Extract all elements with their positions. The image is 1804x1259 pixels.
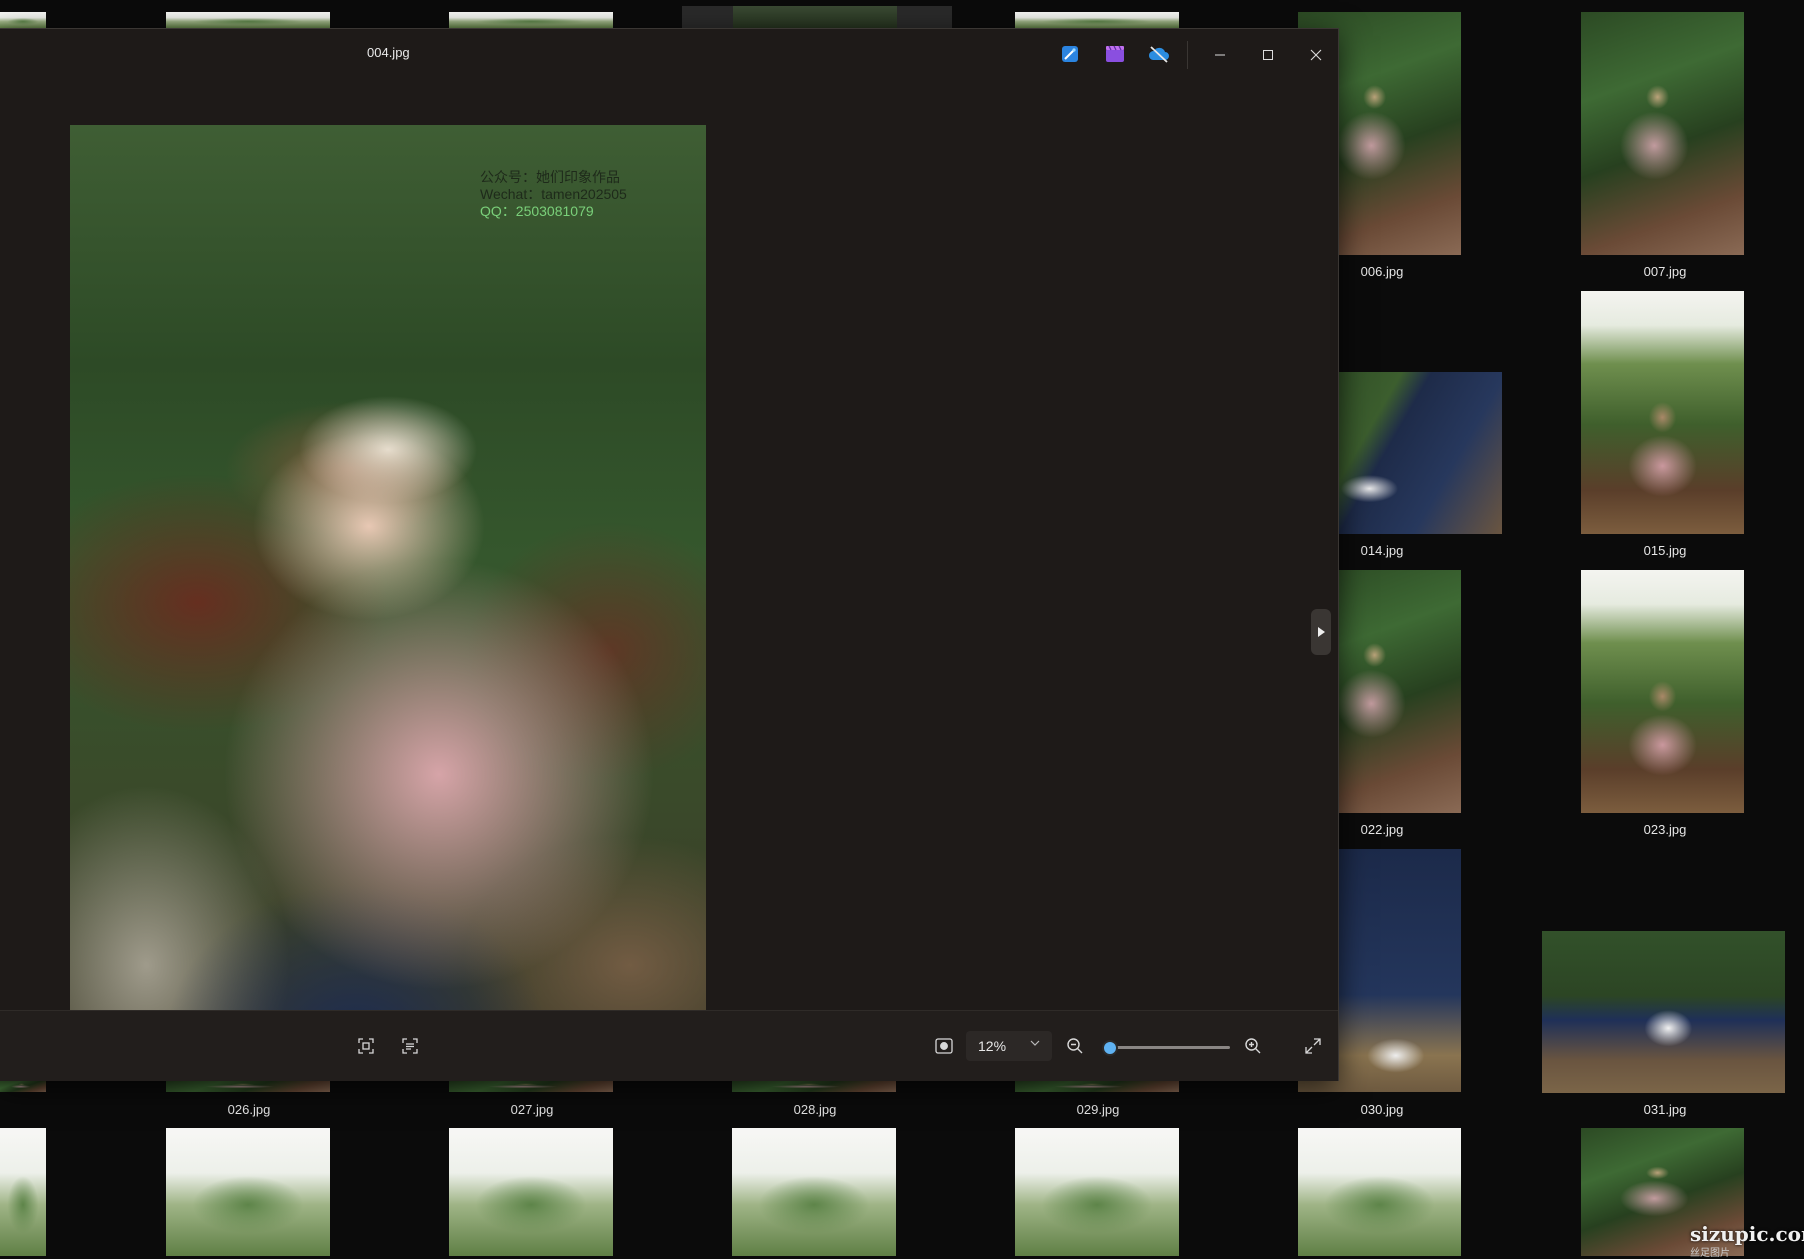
displayed-photo[interactable]: 公众号：她们印象作品 Wechat：tamen202505 QQ：2503081… [70,125,706,1080]
thumbnail-partial[interactable] [1298,1128,1461,1256]
thumbnail-015[interactable] [1581,291,1744,534]
photo-watermark-2: Wechat：tamen202505 [480,186,627,202]
thumbnail-027[interactable] [449,1080,613,1092]
minimize-button[interactable] [1200,39,1240,71]
fullscreen-icon[interactable] [1301,1034,1325,1058]
text-recognize-icon[interactable] [398,1034,422,1058]
photo-viewer-window: 004.jpg 公众号：她们印象作品 Wechat：tamen202505 QQ… [0,28,1339,1081]
window-title: 004.jpg [367,45,410,60]
thumbnail-partial-selected[interactable] [682,6,952,28]
thumbnail-partial[interactable] [449,1128,613,1256]
actual-size-icon[interactable] [932,1034,956,1058]
photo-watermark-3: QQ：2503081079 [480,203,594,219]
zoom-slider-thumb[interactable] [1102,1040,1118,1056]
thumbnail-label: 027.jpg [510,1102,554,1117]
thumbnail-029[interactable] [1015,1080,1179,1092]
next-image-button[interactable] [1311,609,1331,655]
edit-image-icon[interactable] [1059,43,1081,65]
zoom-level-dropdown[interactable]: 12% [966,1031,1052,1061]
thumbnail-026[interactable] [166,1080,330,1092]
thumbnail-label: 007.jpg [1643,264,1687,279]
thumbnail-label: 023.jpg [1643,822,1687,837]
thumbnail-partial[interactable] [0,1128,46,1256]
crop-focus-icon[interactable] [354,1034,378,1058]
site-watermark-sub: 丝足图片 [1690,1248,1730,1259]
thumbnail-partial[interactable] [732,1128,896,1256]
thumbnail-007[interactable] [1581,12,1744,255]
thumbnail-label: 029.jpg [1076,1102,1120,1117]
close-button[interactable] [1296,39,1336,71]
thumbnail-label: 031.jpg [1643,1102,1687,1117]
thumbnail-partial[interactable] [0,1080,46,1092]
thumbnail-partial[interactable] [1015,12,1179,28]
zoom-level-value: 12% [978,1038,1007,1054]
thumbnail-label: 026.jpg [227,1102,271,1117]
video-editor-icon[interactable] [1104,43,1126,65]
thumbnail-028[interactable] [732,1080,896,1092]
thumbnail-partial[interactable] [166,1128,330,1256]
site-watermark: sizupic.com [1690,1222,1804,1246]
bottom-toolbar: 12% [0,1010,1338,1081]
thumbnail-partial[interactable] [1015,1128,1179,1256]
zoom-out-icon[interactable] [1063,1034,1087,1058]
thumbnail-023[interactable] [1581,570,1744,813]
photo-watermark-1: 公众号：她们印象作品 [480,169,620,185]
zoom-slider-track[interactable] [1106,1046,1230,1049]
onedrive-cloud-off-icon[interactable] [1148,43,1170,65]
thumbnail-label: 028.jpg [793,1102,837,1117]
thumbnail-partial[interactable] [449,12,613,28]
thumbnail-partial[interactable] [166,12,330,28]
title-bar[interactable]: 004.jpg [0,29,1338,77]
thumbnail-partial[interactable] [0,12,46,28]
thumbnail-031[interactable] [1542,931,1785,1093]
image-canvas[interactable]: 公众号：她们印象作品 Wechat：tamen202505 QQ：2503081… [0,77,1338,1080]
zoom-in-icon[interactable] [1241,1034,1265,1058]
titlebar-divider [1187,41,1188,69]
thumbnail-label: 030.jpg [1360,1102,1404,1117]
thumbnail-label: 015.jpg [1643,543,1687,558]
chevron-down-icon [1030,1039,1040,1050]
maximize-button[interactable] [1248,39,1288,71]
